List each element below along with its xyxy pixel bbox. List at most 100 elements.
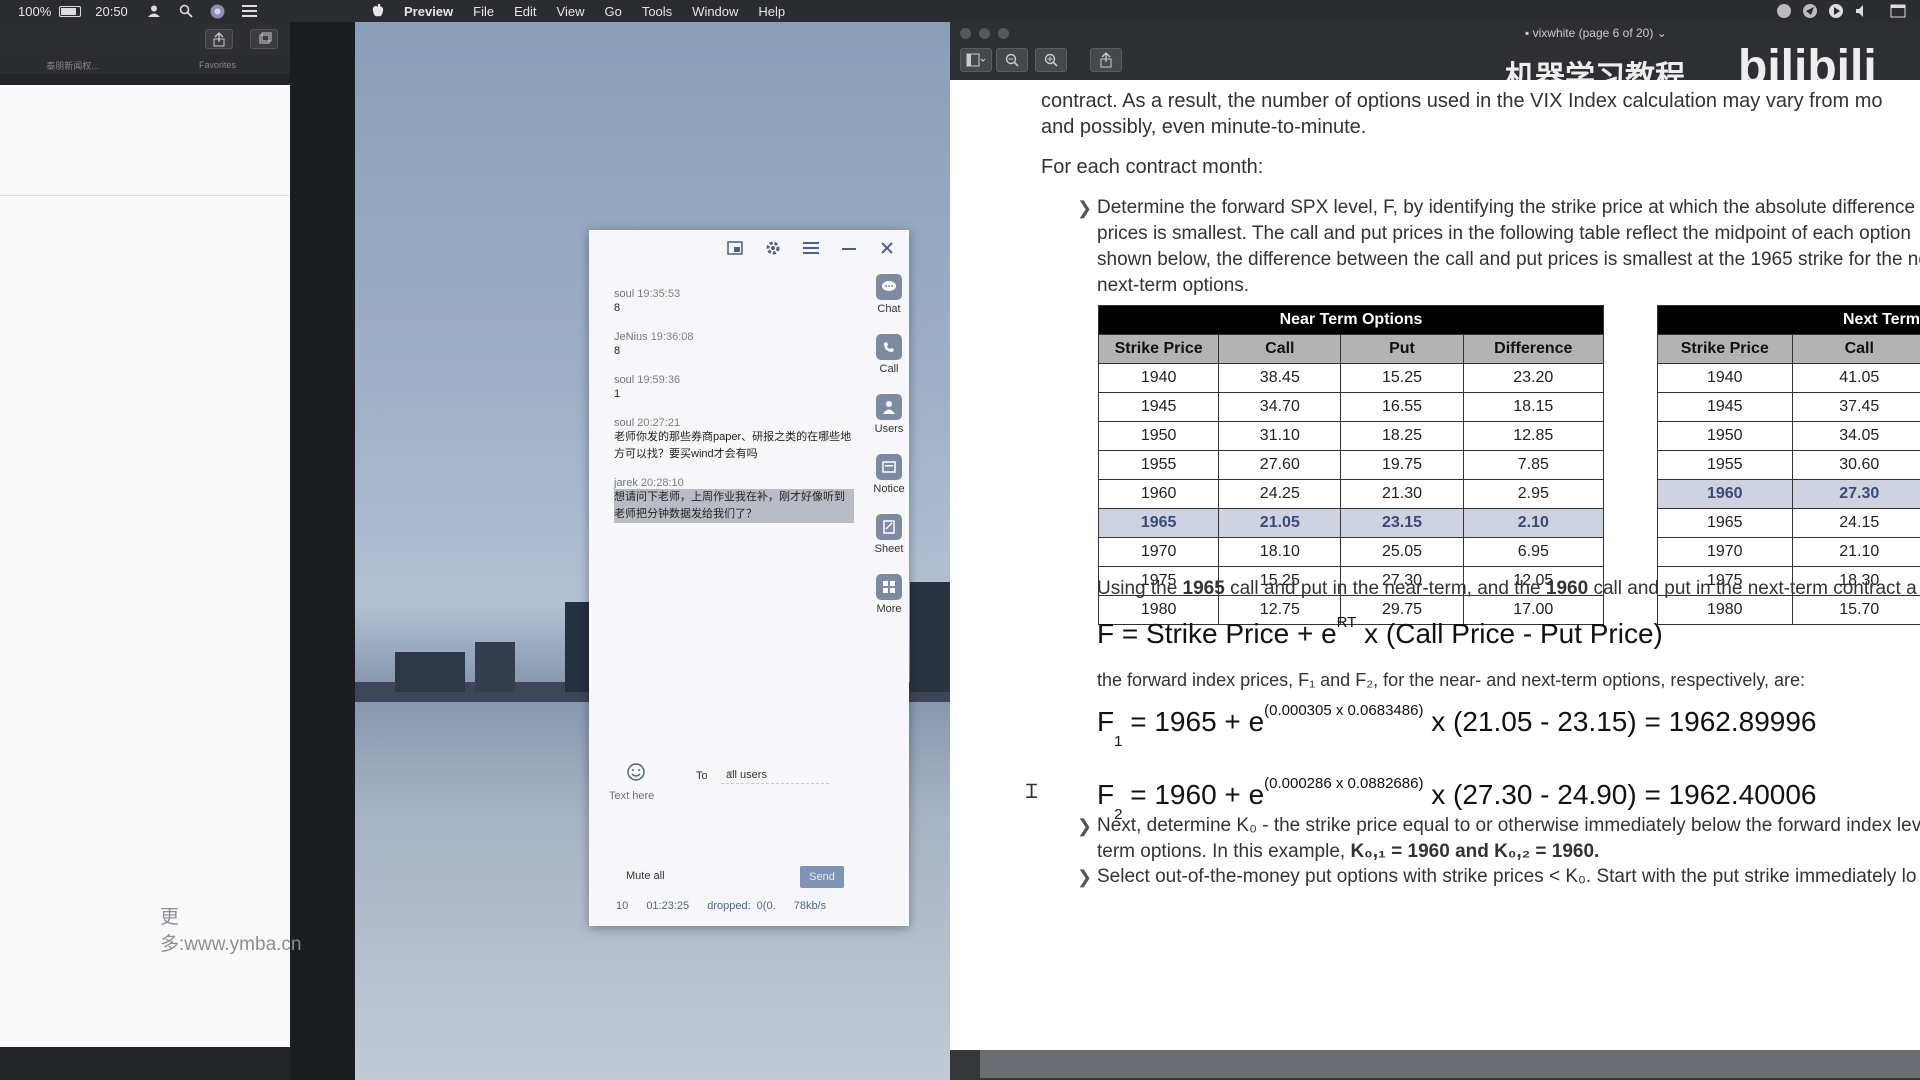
table-row: 1955 27.60 19.75 7.85	[1097, 450, 1605, 480]
zoom-out-button[interactable]	[996, 48, 1028, 72]
status-area: 100% 20:50	[18, 0, 258, 22]
document-title[interactable]: ▪ vixwhite (page 6 of 20) ⌄	[1525, 26, 1667, 40]
table-cell: 1945	[1657, 392, 1793, 422]
clock[interactable]: 20:50	[95, 4, 128, 19]
preview-toolbar: ▪ vixwhite (page 6 of 20) ⌄ 机器学习教程 bilib…	[950, 22, 1920, 94]
table-cell: 19.75	[1340, 450, 1464, 480]
window-controls	[960, 28, 1009, 39]
user-icon[interactable]	[146, 3, 162, 19]
column-header: Call	[1791, 334, 1920, 364]
column-header: Put	[1340, 334, 1464, 364]
gear-icon[interactable]	[761, 236, 785, 260]
users-icon	[876, 394, 902, 420]
message-time: 20:27:21	[637, 417, 681, 429]
table-row: 1950 31.10 18.25 12.85	[1097, 421, 1605, 451]
message-time: 19:59:36	[637, 374, 681, 386]
battery-icon[interactable]	[59, 5, 82, 17]
table-cell: 23.20	[1462, 363, 1605, 393]
siri-icon[interactable]	[210, 3, 226, 19]
menu-icon[interactable]	[799, 236, 823, 260]
app-menu: Preview File Edit View Go Tools Window H…	[372, 0, 785, 22]
table-cell: 18.10	[1218, 537, 1342, 567]
list-icon[interactable]	[242, 3, 258, 19]
caret-down-icon: ▼	[726, 769, 734, 778]
rail-sheet[interactable]: Sheet	[871, 514, 907, 574]
f2-formula: F2 = 1960 + e(0.000286 x 0.0882686) x (2…	[1097, 775, 1817, 823]
tab-news[interactable]: 泰朋新闻权...	[0, 59, 145, 72]
table-cell: 1960	[1657, 479, 1793, 509]
emoji-icon[interactable]	[626, 762, 646, 782]
menu-tools[interactable]: Tools	[642, 4, 672, 19]
wechat-icon[interactable]	[1776, 3, 1792, 19]
menu-edit[interactable]: Edit	[514, 4, 536, 19]
text-fragment: call and put in the next-term contract a	[1588, 578, 1917, 599]
menu-window[interactable]: Window	[692, 4, 738, 19]
call-icon	[876, 334, 902, 360]
message-list: soul 19:35:53 8 JeNius 19:36:08 8 soul 1…	[614, 288, 854, 537]
message-user[interactable]: soul	[614, 374, 634, 386]
table-row: 1945 37.45	[1657, 392, 1920, 422]
chat-message: soul 19:59:36 1	[614, 374, 854, 403]
formula-part: F	[1097, 706, 1115, 737]
message-user[interactable]: soul	[614, 288, 634, 300]
play-icon[interactable]	[1828, 3, 1844, 19]
rail-call[interactable]: Call	[871, 334, 907, 394]
send-button[interactable]: Send	[800, 866, 844, 888]
menu-app-name[interactable]: Preview	[404, 4, 453, 19]
window-icon[interactable]	[1890, 3, 1906, 19]
table-cell: 37.45	[1791, 392, 1920, 422]
share-button[interactable]	[1090, 48, 1122, 72]
message-text: 8	[614, 345, 621, 357]
duplicate-button[interactable]	[250, 29, 278, 49]
menu-help[interactable]: Help	[758, 4, 785, 19]
table-cell: 18.25	[1340, 421, 1464, 451]
text-fragment: term options. In this example,	[1097, 841, 1351, 862]
rail-users[interactable]: Users	[871, 394, 907, 454]
table-cell: 1945	[1097, 392, 1220, 422]
table-cell: 18.15	[1462, 392, 1605, 422]
message-user[interactable]: jarek	[614, 477, 638, 489]
message-text: 老师你发的那些券商paper、研报之类的在哪些地方可以找？要买wind才会有吗	[614, 431, 852, 460]
minimize-icon[interactable]	[837, 236, 861, 260]
bullet-chevron-icon: ❯	[1077, 816, 1093, 836]
sidebar-toggle-button[interactable]	[960, 48, 992, 72]
rail-chat[interactable]: Chat	[871, 274, 907, 334]
close-icon[interactable]	[875, 236, 899, 260]
column-header: Strike Price	[1097, 334, 1220, 364]
tab-favorites[interactable]: Favorites	[145, 60, 290, 70]
table-cell: 25.05	[1340, 537, 1464, 567]
table-cell: 21.05	[1218, 508, 1342, 538]
zoom-in-button[interactable]	[1035, 48, 1067, 72]
table-cell: 27.30	[1791, 479, 1920, 509]
text-fragment: 1965	[1182, 578, 1225, 599]
zoom-window-button[interactable]	[998, 28, 1009, 39]
message-time: 19:35:53	[637, 288, 681, 300]
status-dropped: dropped: 0(0.	[707, 900, 776, 912]
recipient-select[interactable]: all users ▼	[721, 765, 829, 784]
popout-icon[interactable]	[723, 236, 747, 260]
close-window-button[interactable]	[960, 28, 971, 39]
mute-all-toggle[interactable]: Mute all	[626, 870, 665, 882]
table-cell: 1940	[1657, 363, 1793, 393]
table-cell: 2.10	[1462, 508, 1605, 538]
volume-icon[interactable]	[1854, 3, 1870, 19]
menu-file[interactable]: File	[473, 4, 494, 19]
send-icon[interactable]	[1802, 3, 1818, 19]
menu-go[interactable]: Go	[604, 4, 621, 19]
table-cell: 1965	[1097, 508, 1220, 538]
apple-menu-icon[interactable]	[372, 4, 384, 18]
rail-more[interactable]: More	[871, 574, 907, 634]
more-icon	[876, 574, 902, 600]
share-button[interactable]	[205, 29, 233, 49]
message-text: 8	[614, 302, 621, 314]
table-row: 1955 30.60	[1657, 450, 1920, 480]
message-user[interactable]: JeNius	[614, 331, 648, 343]
status-icons	[1776, 0, 1906, 22]
menu-view[interactable]: View	[557, 4, 585, 19]
chat-icon	[876, 274, 902, 300]
rail-notice[interactable]: Notice	[871, 454, 907, 514]
message-input[interactable]: Text here	[609, 790, 654, 802]
minimize-window-button[interactable]	[979, 28, 990, 39]
message-user[interactable]: soul	[614, 417, 634, 429]
search-icon[interactable]	[178, 3, 194, 19]
